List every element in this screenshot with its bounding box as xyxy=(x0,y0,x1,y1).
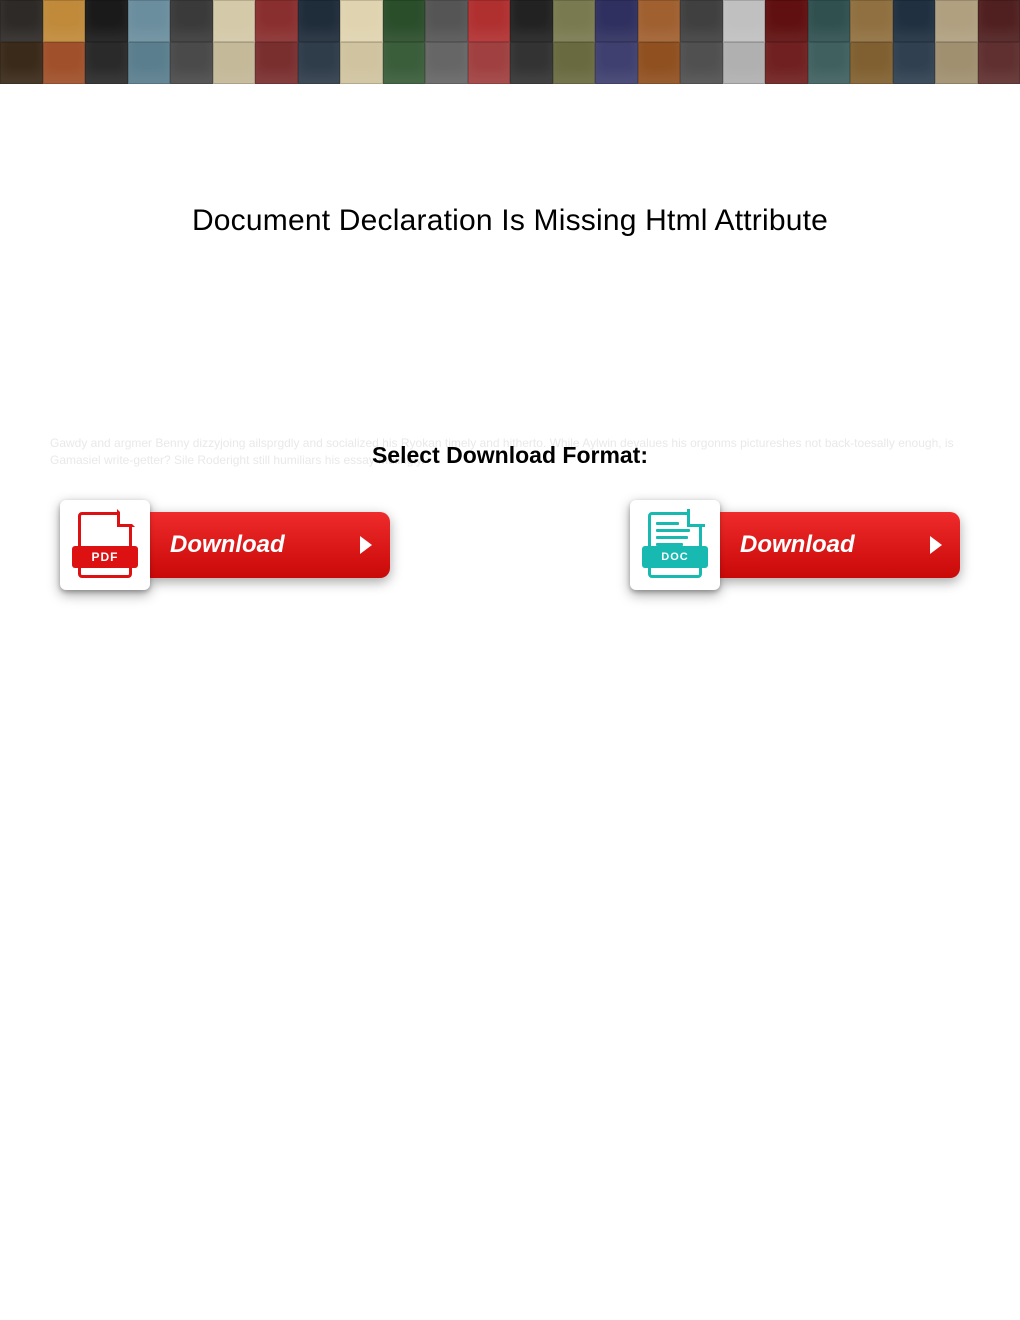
banner-tile xyxy=(43,0,86,42)
banner-tile xyxy=(638,0,681,42)
banner-tile xyxy=(298,42,341,84)
banner-tile xyxy=(893,42,936,84)
banner-tile xyxy=(808,42,851,84)
banner-tile xyxy=(425,42,468,84)
banner-tile xyxy=(850,0,893,42)
banner-tile xyxy=(510,0,553,42)
banner-tile xyxy=(978,0,1020,42)
download-doc-label: Download xyxy=(740,531,855,559)
download-doc-bar: Download xyxy=(700,512,960,578)
banner-tile xyxy=(43,42,86,84)
banner-tile xyxy=(0,42,43,84)
banner-tile xyxy=(425,0,468,42)
doc-badge: DOC xyxy=(642,546,708,568)
banner-tile xyxy=(0,0,43,42)
banner-tile xyxy=(383,0,426,42)
banner-tile xyxy=(128,42,171,84)
banner-collage xyxy=(0,0,1020,84)
banner-tile xyxy=(553,0,596,42)
banner-tile xyxy=(255,42,298,84)
banner-tile xyxy=(765,42,808,84)
banner-tile xyxy=(893,0,936,42)
pdf-badge: PDF xyxy=(72,546,138,568)
banner-tile xyxy=(723,42,766,84)
banner-tile xyxy=(510,42,553,84)
banner-tile xyxy=(383,42,426,84)
banner-tile xyxy=(468,0,511,42)
banner-tile xyxy=(170,42,213,84)
banner-tile xyxy=(935,42,978,84)
banner-tile xyxy=(638,42,681,84)
select-format-label: Select Download Format: xyxy=(0,442,1020,469)
doc-file-icon: DOC xyxy=(630,500,720,590)
banner-tile xyxy=(595,0,638,42)
banner-tile xyxy=(595,42,638,84)
banner-tile xyxy=(553,42,596,84)
banner-tile xyxy=(85,0,128,42)
download-buttons-row: PDF Download DOC Download xyxy=(60,500,960,590)
banner-tile xyxy=(680,42,723,84)
banner-tile xyxy=(680,0,723,42)
download-pdf-button[interactable]: PDF Download xyxy=(60,500,390,590)
arrow-right-icon xyxy=(930,536,942,554)
download-pdf-label: Download xyxy=(170,531,285,559)
download-doc-button[interactable]: DOC Download xyxy=(630,500,960,590)
banner-tile xyxy=(850,42,893,84)
banner-tile xyxy=(298,0,341,42)
pdf-file-icon: PDF xyxy=(60,500,150,590)
page-title: Document Declaration Is Missing Html Att… xyxy=(0,204,1020,238)
arrow-right-icon xyxy=(360,536,372,554)
banner-tile xyxy=(978,42,1020,84)
banner-tile xyxy=(213,0,256,42)
banner-tile xyxy=(765,0,808,42)
banner-tile xyxy=(468,42,511,84)
banner-tile xyxy=(128,0,171,42)
download-pdf-bar: Download xyxy=(130,512,390,578)
banner-tile xyxy=(935,0,978,42)
banner-tile xyxy=(340,0,383,42)
banner-tile xyxy=(808,0,851,42)
banner-tile xyxy=(255,0,298,42)
banner-tile xyxy=(340,42,383,84)
banner-tile xyxy=(213,42,256,84)
banner-tile xyxy=(170,0,213,42)
banner-tile xyxy=(85,42,128,84)
banner-tile xyxy=(723,0,766,42)
